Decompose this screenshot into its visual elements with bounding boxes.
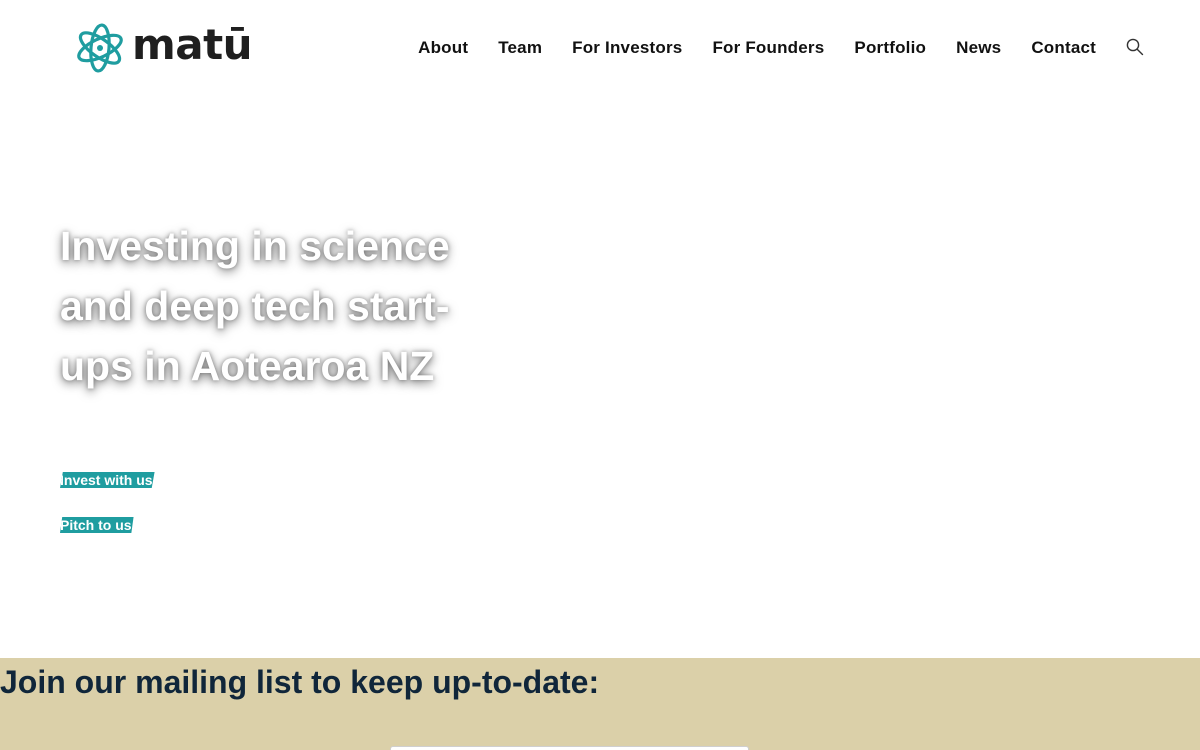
main-nav: About Team For Investors For Founders Po…	[418, 38, 1144, 58]
logo-link[interactable]: matū	[74, 20, 253, 76]
nav-item-news[interactable]: News	[956, 38, 1001, 58]
page: matū About Team For Investors For Founde…	[0, 0, 1200, 750]
site-header: matū About Team For Investors For Founde…	[0, 0, 1200, 96]
invest-with-us-button[interactable]: Invest with us	[60, 472, 155, 488]
nav-item-contact[interactable]: Contact	[1031, 38, 1096, 58]
nav-item-about[interactable]: About	[418, 38, 468, 58]
nav-item-for-investors[interactable]: For Investors	[572, 38, 682, 58]
mailing-list-title: Join our mailing list to keep up-to-date…	[0, 664, 600, 700]
hero-title: Investing in science and deep tech start…	[60, 223, 450, 389]
mailing-list-section: Join our mailing list to keep up-to-date…	[0, 658, 1200, 750]
nav-item-portfolio[interactable]: Portfolio	[854, 38, 926, 58]
nav-item-team[interactable]: Team	[498, 38, 542, 58]
pitch-to-us-button[interactable]: Pitch to us	[60, 517, 134, 533]
search-icon[interactable]	[1126, 38, 1144, 56]
atom-icon	[77, 23, 123, 73]
nav-item-for-founders[interactable]: For Founders	[712, 38, 824, 58]
logo-wordmark: matū	[132, 20, 253, 69]
email-field[interactable]	[390, 746, 749, 750]
